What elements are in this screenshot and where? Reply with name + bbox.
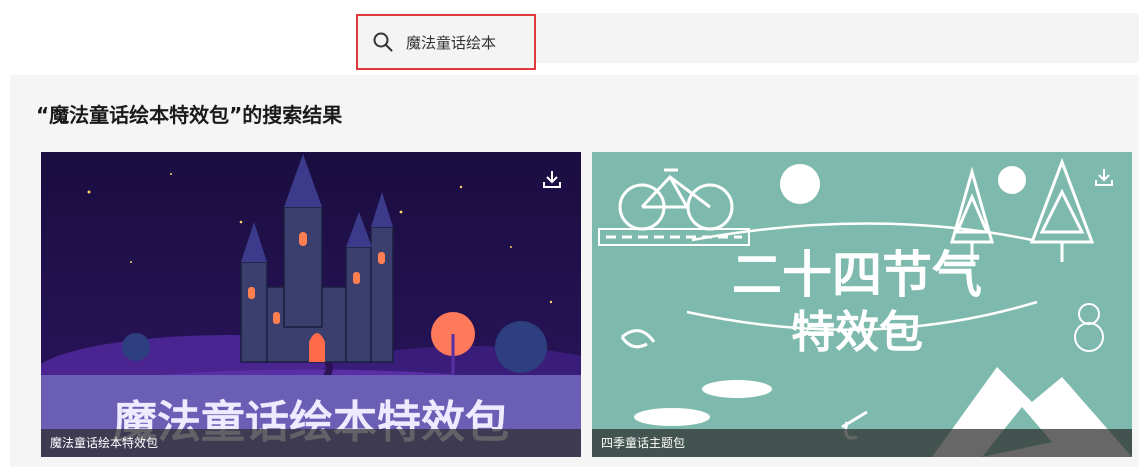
card-caption: 四季童话主题包 <box>592 429 1132 457</box>
search-query-text[interactable]: 魔法童话绘本 <box>406 32 496 53</box>
card-art-line2: 特效包 <box>791 307 923 358</box>
search-icon[interactable] <box>372 31 394 53</box>
result-card[interactable]: 二十四节气 特效包 四季童话主题包 <box>592 152 1132 457</box>
download-icon[interactable] <box>1093 166 1115 188</box>
result-card[interactable]: 魔法童话绘本特效包 魔法童话绘本特效包 <box>41 152 581 457</box>
search-input-box[interactable]: 魔法童话绘本 <box>356 14 536 70</box>
card-thumbnail-magic-castle: 魔法童话绘本特效包 <box>41 152 581 457</box>
download-button[interactable] <box>539 166 565 192</box>
download-button[interactable] <box>1091 164 1117 190</box>
card-thumbnail-solar-terms: 二十四节气 特效包 <box>592 152 1132 457</box>
card-art-line1: 二十四节气 <box>732 246 982 304</box>
results-title: “魔法童话绘本特效包”的搜索结果 <box>36 103 343 127</box>
download-icon[interactable] <box>541 168 563 190</box>
card-caption: 魔法童话绘本特效包 <box>41 429 581 457</box>
